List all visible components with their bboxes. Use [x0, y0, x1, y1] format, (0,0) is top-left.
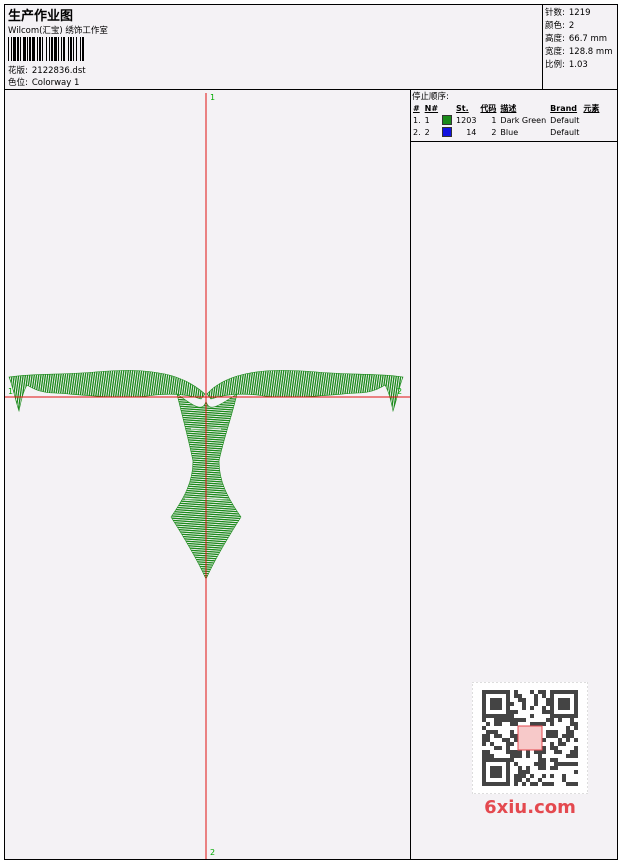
- stat-colors-value: 2: [568, 21, 575, 31]
- design-file-label: 花版:: [8, 66, 28, 76]
- qr-watermark: 6xiu.com: [472, 682, 588, 822]
- color-swatch: [442, 127, 453, 137]
- stat-height: 高度: 66.7 mm: [545, 32, 607, 44]
- stat-colors: 颜色: 2: [545, 19, 574, 31]
- col-brand: Brand: [550, 103, 578, 113]
- row-brand: Default: [550, 127, 580, 137]
- row-desc: Dark Green: [500, 115, 547, 125]
- row-stitches: 1203: [456, 115, 477, 125]
- barcode: [8, 37, 84, 61]
- design-file-row: 花版: 2122836.dst: [8, 64, 86, 76]
- stat-height-value: 66.7 mm: [568, 34, 608, 44]
- axis-label-top: 1: [210, 93, 215, 102]
- stop-sequence-title: 停止顺序:: [412, 92, 449, 102]
- col-stitches: St.: [456, 103, 469, 113]
- stat-stitches-label: 针数:: [545, 8, 565, 18]
- company-name: Wilcom(汇宝) 绣饰工作室: [8, 26, 108, 36]
- stat-stitches: 针数: 1219: [545, 6, 591, 18]
- stat-height-label: 高度:: [545, 34, 565, 44]
- row-stitches: 14: [466, 127, 477, 137]
- stat-width-value: 128.8 mm: [568, 47, 613, 57]
- row-desc: Blue: [500, 127, 519, 137]
- colorway-row: 色位: Colorway 1: [8, 76, 79, 88]
- col-element: 元素: [583, 103, 600, 113]
- colorway-label: 色位:: [8, 78, 28, 88]
- row-needle: 2: [424, 127, 430, 137]
- stat-width-label: 宽度:: [545, 47, 565, 57]
- row-brand: Default: [550, 115, 580, 125]
- stat-ratio-value: 1.03: [568, 60, 588, 70]
- design-preview: 1 2 1 2: [5, 89, 411, 859]
- stat-ratio-label: 比例:: [545, 60, 565, 70]
- row-code: 1: [491, 115, 497, 125]
- col-index: #: [413, 103, 420, 113]
- design-left-wing: [8, 370, 206, 413]
- stat-width: 宽度: 128.8 mm: [545, 45, 612, 57]
- stop-sequence-panel: 停止顺序: # N# St. 代码 描述 Brand 元素 1. 1 1203 …: [410, 89, 617, 859]
- row-needle: 1: [424, 115, 430, 125]
- col-swatch: [440, 102, 454, 114]
- watermark-text: 6xiu.com: [484, 797, 576, 818]
- row-color-swatch: [440, 126, 454, 138]
- col-code: 代码: [480, 103, 497, 113]
- stat-stitches-value: 1219: [568, 8, 591, 18]
- axis-label-left: 1: [8, 387, 13, 396]
- axis-label-right: 2: [397, 387, 402, 396]
- row-element: [581, 126, 601, 138]
- stop-sequence-table: # N# St. 代码 描述 Brand 元素 1. 1 1203 1 Dark…: [411, 102, 601, 138]
- production-sheet: 生产作业图 Wilcom(汇宝) 绣饰工作室 花版: 2122836.dst 色位…: [4, 4, 618, 860]
- design-right-wing: [206, 370, 404, 413]
- color-swatch: [442, 115, 453, 125]
- row-index: 1.: [413, 115, 421, 125]
- sheet-header: 生产作业图 Wilcom(汇宝) 绣饰工作室 花版: 2122836.dst 色位…: [5, 5, 617, 90]
- row-color-swatch: [440, 114, 454, 126]
- row-element: [581, 114, 601, 126]
- col-needle: N#: [424, 103, 439, 113]
- embroidery-canvas: 1 2 1 2: [5, 93, 410, 859]
- design-stats: 针数: 1219 颜色: 2 高度: 66.7 mm 宽度: 128.8 mm 比例: 1…: [542, 5, 618, 89]
- table-row: 1. 1 1203 1 Dark Green Default: [411, 114, 601, 126]
- stat-colors-label: 颜色:: [545, 21, 565, 31]
- stop-sequence-divider: [410, 141, 617, 142]
- sheet-title: 生产作业图: [8, 9, 74, 24]
- axis-label-bottom: 2: [210, 848, 215, 857]
- table-row: 2. 2 14 2 Blue Default: [411, 126, 601, 138]
- design-file-value: 2122836.dst: [31, 66, 86, 76]
- row-index: 2.: [413, 127, 421, 137]
- col-desc: 描述: [500, 103, 517, 113]
- stat-ratio: 比例: 1.03: [545, 58, 588, 70]
- row-code: 2: [491, 127, 497, 137]
- stop-table-header: # N# St. 代码 描述 Brand 元素: [411, 102, 601, 114]
- colorway-value: Colorway 1: [31, 78, 80, 88]
- qr-code-icon: [472, 682, 588, 794]
